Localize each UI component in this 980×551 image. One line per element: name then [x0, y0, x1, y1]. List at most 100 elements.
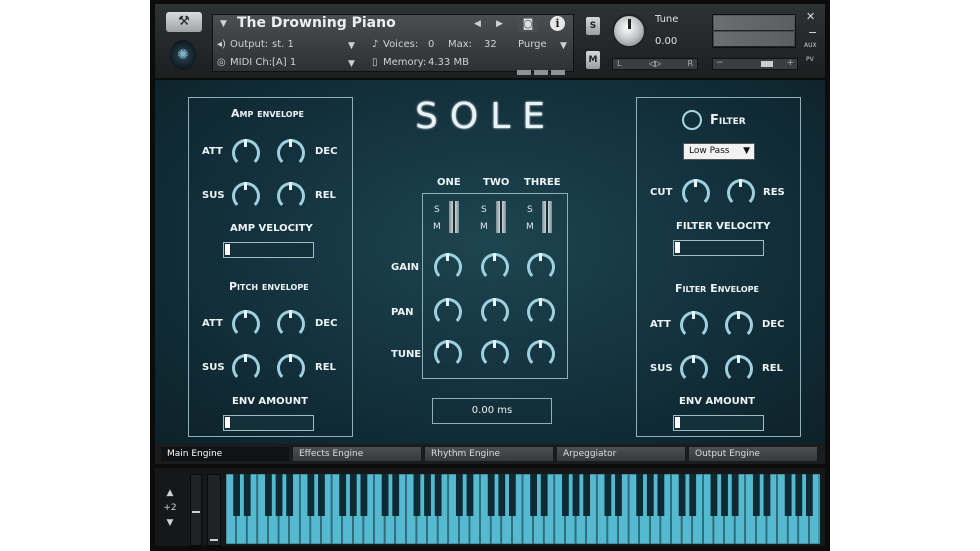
output-chevron-down-icon[interactable]: ▼	[348, 41, 355, 51]
black-key[interactable]	[752, 474, 760, 516]
black-key[interactable]	[646, 474, 654, 516]
next-instrument-icon[interactable]: ▶	[496, 19, 503, 29]
black-key[interactable]	[339, 474, 347, 516]
aux-button[interactable]: AUX	[804, 42, 817, 49]
black-key[interactable]	[530, 474, 537, 516]
piano-keys-graphic[interactable]	[225, 473, 820, 545]
channel-one-tune-knob[interactable]	[434, 340, 462, 368]
amp-sus-knob[interactable]	[232, 182, 260, 210]
black-key[interactable]	[678, 474, 686, 516]
pv-button[interactable]: PV	[806, 56, 814, 63]
pitch-env-amount-slider[interactable]	[223, 415, 314, 431]
volume-slider[interactable]: − +	[712, 58, 798, 70]
black-key[interactable]	[286, 474, 294, 516]
black-key[interactable]	[275, 474, 283, 516]
solo-button[interactable]: S	[586, 17, 600, 35]
mute-button[interactable]: M	[586, 51, 600, 69]
tab-effects-engine[interactable]: Effects Engine	[292, 446, 422, 462]
black-key[interactable]	[265, 474, 272, 516]
pan-slider[interactable]: L ◁▷ R	[612, 58, 698, 70]
channel-one-gain-knob[interactable]	[434, 253, 462, 281]
black-key[interactable]	[604, 474, 612, 516]
time-value-display[interactable]: 0.00 ms	[432, 398, 552, 424]
filter-type-dropdown[interactable]: Low Pass ▼	[683, 143, 755, 160]
black-key[interactable]	[487, 474, 495, 516]
instrument-menu-chevron-icon[interactable]: ▼	[220, 19, 227, 29]
channel-two-fader[interactable]	[496, 201, 506, 233]
amp-velocity-slider[interactable]	[223, 242, 314, 258]
filter-cutoff-knob[interactable]	[682, 179, 710, 207]
black-key[interactable]	[349, 474, 357, 516]
tune-value[interactable]: 0.00	[655, 36, 677, 47]
octave-up-icon[interactable]: ▲	[160, 488, 180, 498]
filter-power-toggle[interactable]	[682, 110, 702, 130]
minimize-icon[interactable]: −	[808, 26, 817, 39]
channel-two-solo[interactable]: S	[481, 204, 487, 217]
filter-env-amount-slider[interactable]	[673, 415, 764, 431]
black-key[interactable]	[710, 474, 718, 516]
channel-two-gain-knob[interactable]	[481, 253, 509, 281]
snapshot-camera-icon[interactable]: ◙	[517, 16, 539, 32]
channel-one-mute[interactable]: M	[433, 221, 441, 234]
channel-one-pan-knob[interactable]	[434, 298, 462, 326]
mod-wheel[interactable]	[207, 474, 221, 546]
channel-two-mute[interactable]: M	[480, 221, 488, 234]
black-key[interactable]	[784, 474, 792, 516]
black-key[interactable]	[455, 474, 463, 516]
black-key[interactable]	[615, 474, 622, 516]
pitch-att-knob[interactable]	[232, 310, 260, 338]
black-key[interactable]	[498, 474, 506, 516]
black-key[interactable]	[806, 474, 813, 516]
channel-two-pan-knob[interactable]	[481, 298, 509, 326]
pitch-wheel[interactable]	[190, 474, 202, 546]
filter-att-knob[interactable]	[680, 311, 708, 339]
channel-three-tune-knob[interactable]	[527, 340, 555, 368]
output-value[interactable]: st. 1	[272, 39, 294, 50]
black-key[interactable]	[763, 474, 771, 516]
black-key[interactable]	[318, 474, 325, 516]
filter-dec-knob[interactable]	[725, 311, 753, 339]
black-key[interactable]	[392, 474, 400, 516]
black-key[interactable]	[731, 474, 739, 516]
black-key[interactable]	[509, 474, 516, 516]
black-key[interactable]	[434, 474, 442, 516]
channel-three-gain-knob[interactable]	[527, 253, 555, 281]
channel-one-solo[interactable]: S	[434, 204, 440, 217]
black-key[interactable]	[424, 474, 431, 516]
midi-channel-value[interactable]: [A] 1	[272, 57, 296, 68]
black-key[interactable]	[562, 474, 569, 516]
purge-chevron-down-icon[interactable]: ▼	[560, 41, 567, 51]
channel-two-tune-knob[interactable]	[481, 340, 509, 368]
wrench-icon[interactable]: ⚒	[166, 12, 202, 32]
piano-keyboard[interactable]	[225, 473, 820, 545]
tab-rhythm-engine[interactable]: Rhythm Engine	[424, 446, 554, 462]
filter-rel-knob[interactable]	[725, 355, 753, 383]
tab-arpeggiator[interactable]: Arpeggiator	[556, 446, 686, 462]
pitch-rel-knob[interactable]	[277, 354, 305, 382]
black-key[interactable]	[233, 474, 240, 516]
black-key[interactable]	[243, 474, 251, 516]
black-key[interactable]	[636, 474, 644, 516]
tab-output-engine[interactable]: Output Engine	[688, 446, 818, 462]
purge-label[interactable]: Purge	[518, 39, 547, 50]
pitch-dec-knob[interactable]	[277, 310, 305, 338]
tune-knob[interactable]	[612, 14, 646, 48]
channel-one-fader[interactable]	[449, 201, 459, 233]
channel-three-pan-knob[interactable]	[527, 298, 555, 326]
filter-velocity-slider[interactable]	[673, 240, 764, 256]
pitch-sus-knob[interactable]	[232, 354, 260, 382]
tab-main-engine[interactable]: Main Engine	[160, 446, 290, 462]
black-key[interactable]	[795, 474, 803, 516]
midi-chevron-down-icon[interactable]: ▼	[348, 59, 355, 69]
filter-resonance-knob[interactable]	[727, 179, 755, 207]
info-icon[interactable]: i	[550, 16, 565, 31]
octave-down-icon[interactable]: ▼	[160, 518, 180, 528]
prev-instrument-icon[interactable]: ◀	[474, 19, 481, 29]
black-key[interactable]	[307, 474, 315, 516]
black-key[interactable]	[413, 474, 421, 516]
close-icon[interactable]: ✕	[806, 10, 815, 23]
channel-three-mute[interactable]: M	[526, 221, 534, 234]
filter-sus-knob[interactable]	[680, 355, 708, 383]
amp-rel-knob[interactable]	[277, 182, 305, 210]
black-key[interactable]	[466, 474, 474, 516]
